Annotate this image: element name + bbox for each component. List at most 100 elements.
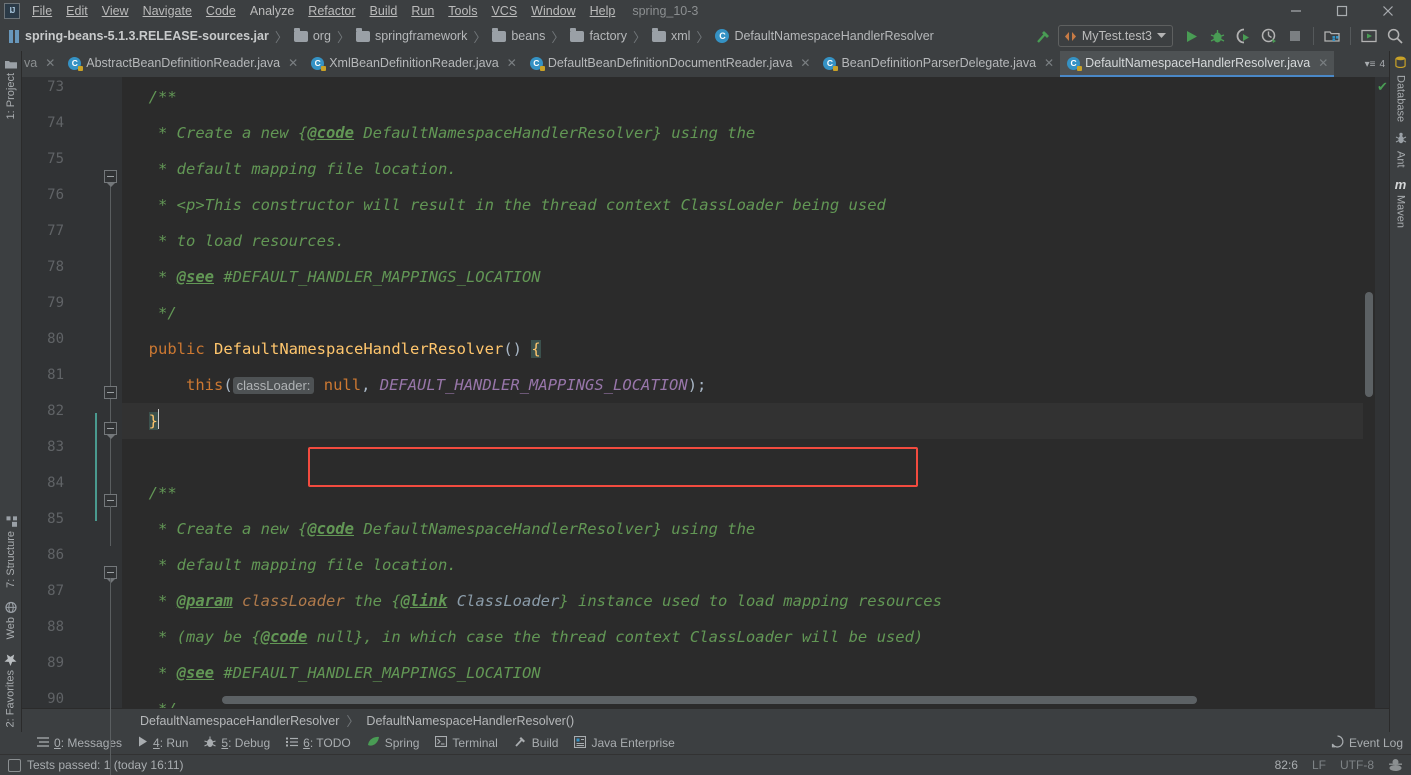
- tab-default-namespace-handler-resolver[interactable]: C DefaultNamespaceHandlerResolver.java ✕: [1060, 51, 1335, 77]
- fold-marker-80[interactable]: [104, 422, 117, 439]
- search-everywhere-icon[interactable]: [1383, 24, 1407, 48]
- code-line[interactable]: * (may be {@code null}, in which case th…: [122, 619, 1363, 655]
- code-line[interactable]: * @param classLoader the {@link ClassLoa…: [122, 583, 1363, 619]
- inspection-ok-icon[interactable]: ✔: [1377, 80, 1388, 93]
- build-hammer-icon[interactable]: [1032, 24, 1056, 48]
- code-line[interactable]: /**: [122, 475, 1363, 511]
- profile-icon[interactable]: [1257, 24, 1281, 48]
- code-line[interactable]: * <p>This constructor will result in the…: [122, 187, 1363, 223]
- nav-crumb-org[interactable]: org: [291, 27, 334, 45]
- tool-window-build[interactable]: Build: [507, 733, 566, 753]
- tool-window-todo[interactable]: 6: TODO: [279, 734, 358, 752]
- close-icon[interactable]: ✕: [288, 56, 298, 70]
- line-separator[interactable]: LF: [1312, 758, 1326, 772]
- nav-crumb-xml[interactable]: xml: [649, 27, 693, 45]
- close-icon[interactable]: [1365, 0, 1411, 21]
- vertical-scrollbar[interactable]: [1363, 77, 1375, 708]
- tool-window-run[interactable]: 4: Run: [131, 734, 195, 752]
- sidebar-item-database[interactable]: Database: [1393, 51, 1409, 127]
- close-icon[interactable]: ✕: [507, 56, 517, 70]
- stop-icon[interactable]: [1283, 24, 1307, 48]
- horizontal-scrollbar[interactable]: [222, 696, 1330, 704]
- code-text-area[interactable]: /** * Create a new {@code DefaultNamespa…: [122, 77, 1363, 708]
- code-line[interactable]: * to load resources.: [122, 223, 1363, 259]
- menu-vcs[interactable]: VCS: [484, 2, 524, 20]
- event-log-button[interactable]: Event Log: [1331, 735, 1411, 751]
- file-encoding[interactable]: UTF-8: [1340, 758, 1374, 772]
- code-line[interactable]: * default mapping file location.: [122, 151, 1363, 187]
- nav-crumb-beans[interactable]: beans: [489, 27, 548, 45]
- menu-refactor[interactable]: Refactor: [301, 2, 362, 20]
- sidebar-item-project[interactable]: 1: Project: [3, 51, 19, 124]
- tab-default-bean-definition-document-reader[interactable]: C DefaultBeanDefinitionDocumentReader.ja…: [523, 51, 817, 77]
- editor-gutter[interactable]: 73 74 75 76 77 78 79 80 81 82 83 84 85 86 87 88 89 90: [22, 77, 122, 775]
- horizontal-scrollbar-thumb[interactable]: [222, 696, 1198, 704]
- menu-analyze[interactable]: Analyze: [243, 2, 301, 20]
- menu-code[interactable]: Code: [199, 2, 243, 20]
- menu-file[interactable]: File: [25, 2, 59, 20]
- code-line[interactable]: this(classLoader: null, DEFAULT_HANDLER_…: [122, 367, 1363, 403]
- vertical-scrollbar-thumb[interactable]: [1365, 292, 1373, 397]
- nav-crumb-factory[interactable]: factory: [567, 27, 630, 45]
- close-icon[interactable]: ✕: [1318, 56, 1328, 70]
- menu-edit[interactable]: Edit: [59, 2, 95, 20]
- menu-navigate[interactable]: Navigate: [136, 2, 199, 20]
- code-line[interactable]: * @see #DEFAULT_HANDLER_MAPPINGS_LOCATIO…: [122, 655, 1363, 691]
- tab-bean-definition-parser-delegate[interactable]: C BeanDefinitionParserDelegate.java ✕: [816, 51, 1060, 77]
- nav-crumb-jar[interactable]: spring-beans-5.1.3.RELEASE-sources.jar: [6, 27, 272, 45]
- menu-view[interactable]: View: [95, 2, 136, 20]
- code-editor[interactable]: 73 74 75 76 77 78 79 80 81 82 83 84 85 86 87 88 89 90 /**…: [22, 77, 1389, 775]
- menu-run[interactable]: Run: [404, 2, 441, 20]
- tool-window-java-enterprise[interactable]: Java Enterprise: [567, 734, 681, 753]
- caret-position[interactable]: 82:6: [1275, 758, 1298, 772]
- debug-icon[interactable]: [1205, 24, 1229, 48]
- sidebar-item-favorites[interactable]: 2: Favorites: [2, 645, 19, 732]
- nav-crumb-springframework[interactable]: springframework: [353, 27, 470, 45]
- tool-window-spring[interactable]: Spring: [360, 734, 427, 752]
- breadcrumb-member[interactable]: DefaultNamespaceHandlerResolver(): [366, 714, 574, 728]
- code-line[interactable]: [122, 439, 1363, 475]
- code-line[interactable]: * Create a new {@code DefaultNamespaceHa…: [122, 511, 1363, 547]
- editor-column: va ✕ C AbstractBeanDefinitionReader.java…: [22, 51, 1389, 775]
- run-icon[interactable]: [1179, 24, 1203, 48]
- code-line[interactable]: * default mapping file location.: [122, 547, 1363, 583]
- sidebar-item-web[interactable]: Web: [3, 593, 19, 644]
- menu-help[interactable]: Help: [583, 2, 623, 20]
- menu-tools[interactable]: Tools: [441, 2, 484, 20]
- run-configuration-selector[interactable]: MyTest.test3: [1057, 25, 1173, 47]
- run-coverage-icon[interactable]: [1231, 24, 1255, 48]
- code-line[interactable]: public DefaultNamespaceHandlerResolver()…: [122, 331, 1363, 367]
- code-line[interactable]: * @see #DEFAULT_HANDLER_MAPPINGS_LOCATIO…: [122, 259, 1363, 295]
- menu-build[interactable]: Build: [363, 2, 405, 20]
- tab-partial-left[interactable]: va ✕: [22, 51, 61, 77]
- update-app-icon[interactable]: [1357, 24, 1381, 48]
- fold-marker-73[interactable]: [104, 170, 117, 187]
- maximize-icon[interactable]: [1319, 0, 1365, 21]
- minimize-icon[interactable]: [1273, 0, 1319, 21]
- close-icon[interactable]: ✕: [1044, 56, 1054, 70]
- fold-marker-79[interactable]: [104, 386, 117, 399]
- close-icon[interactable]: ✕: [800, 56, 810, 70]
- project-structure-icon[interactable]: [1320, 24, 1344, 48]
- error-stripe-gutter[interactable]: ✔: [1375, 77, 1389, 708]
- code-line[interactable]: */: [122, 295, 1363, 331]
- close-icon[interactable]: ✕: [45, 56, 55, 70]
- code-line[interactable]: }: [122, 403, 1363, 439]
- code-line[interactable]: /**: [122, 79, 1363, 115]
- read-only-toggle-icon[interactable]: [1388, 757, 1403, 774]
- menu-window[interactable]: Window: [524, 2, 582, 20]
- status-message[interactable]: Tests passed: 1 (today 16:11): [27, 758, 184, 772]
- sidebar-item-maven[interactable]: m Maven: [1393, 173, 1409, 233]
- tab-abstract-bean-definition-reader[interactable]: C AbstractBeanDefinitionReader.java ✕: [61, 51, 304, 77]
- tab-xml-bean-definition-reader[interactable]: C XmlBeanDefinitionReader.java ✕: [304, 51, 523, 77]
- breadcrumb-class[interactable]: DefaultNamespaceHandlerResolver: [140, 714, 339, 728]
- tool-window-terminal[interactable]: Terminal: [428, 734, 504, 752]
- code-line[interactable]: * Create a new {@code DefaultNamespaceHa…: [122, 115, 1363, 151]
- tool-window-messages[interactable]: 0: Messages: [30, 734, 129, 752]
- sidebar-item-ant[interactable]: Ant: [1393, 127, 1409, 173]
- tool-window-debug[interactable]: 5: Debug: [197, 734, 277, 753]
- code-token-cmt: DefaultNamespaceHandlerResolver} using t…: [353, 124, 756, 142]
- tab-list-icon[interactable]: ▾≡: [1365, 59, 1376, 70]
- nav-crumb-class[interactable]: C DefaultNamespaceHandlerResolver: [712, 27, 936, 45]
- sidebar-item-structure[interactable]: 7: Structure: [3, 507, 19, 593]
